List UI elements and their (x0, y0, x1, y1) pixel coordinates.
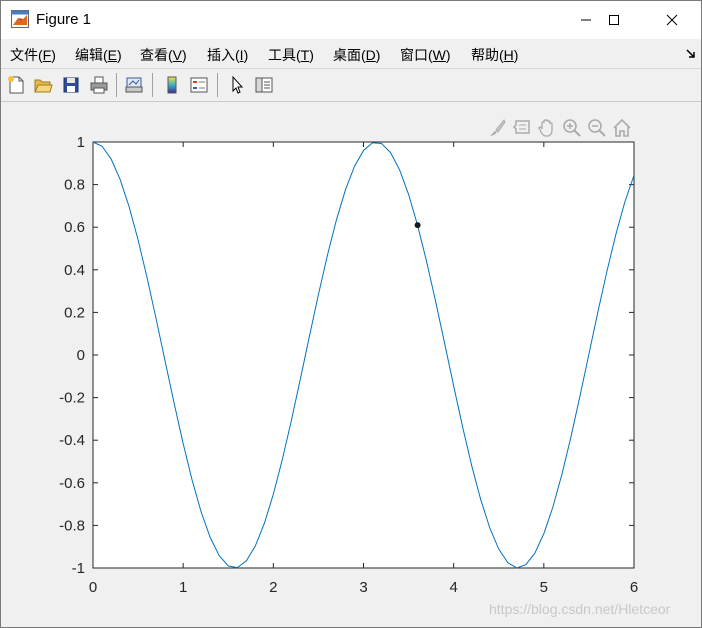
y-tick-label: -1 (72, 560, 85, 577)
y-tick-label: -0.8 (59, 517, 85, 534)
x-tick-label: 2 (269, 579, 277, 596)
x-tick-label: 6 (630, 579, 638, 596)
y-tick-label: -0.2 (59, 390, 85, 407)
x-tick-label: 3 (359, 579, 367, 596)
x-tick-label: 4 (449, 579, 457, 596)
x-tick-label: 1 (179, 579, 187, 596)
watermark-text: https://blog.csdn.net/Hletceor (489, 601, 671, 617)
y-tick-label: -0.6 (59, 475, 85, 492)
x-tick-label: 5 (540, 579, 548, 596)
x-tick-label: 0 (89, 579, 97, 596)
y-tick-label: 0.8 (64, 177, 85, 194)
y-tick-label: 0.2 (64, 304, 85, 321)
data-marker[interactable] (414, 222, 421, 229)
y-tick-label: -0.4 (59, 432, 85, 449)
y-tick-label: 0.4 (64, 262, 85, 279)
axes-box (92, 141, 635, 569)
y-tick-label: 1 (77, 134, 85, 151)
y-tick-label: 0.6 (64, 219, 85, 236)
y-tick-label: 0 (77, 347, 85, 364)
plot-canvas[interactable]: 0 1 2 3 4 5 6 -1 -0.8 -0.6 -0.4 -0.2 0 0.2 0.4 0.6 0.8 1 (1, 1, 701, 627)
figure-window: Figure 1 文件(F) 编辑(E) 查看(V) 插入(I) 工具(T) 桌… (0, 0, 702, 628)
